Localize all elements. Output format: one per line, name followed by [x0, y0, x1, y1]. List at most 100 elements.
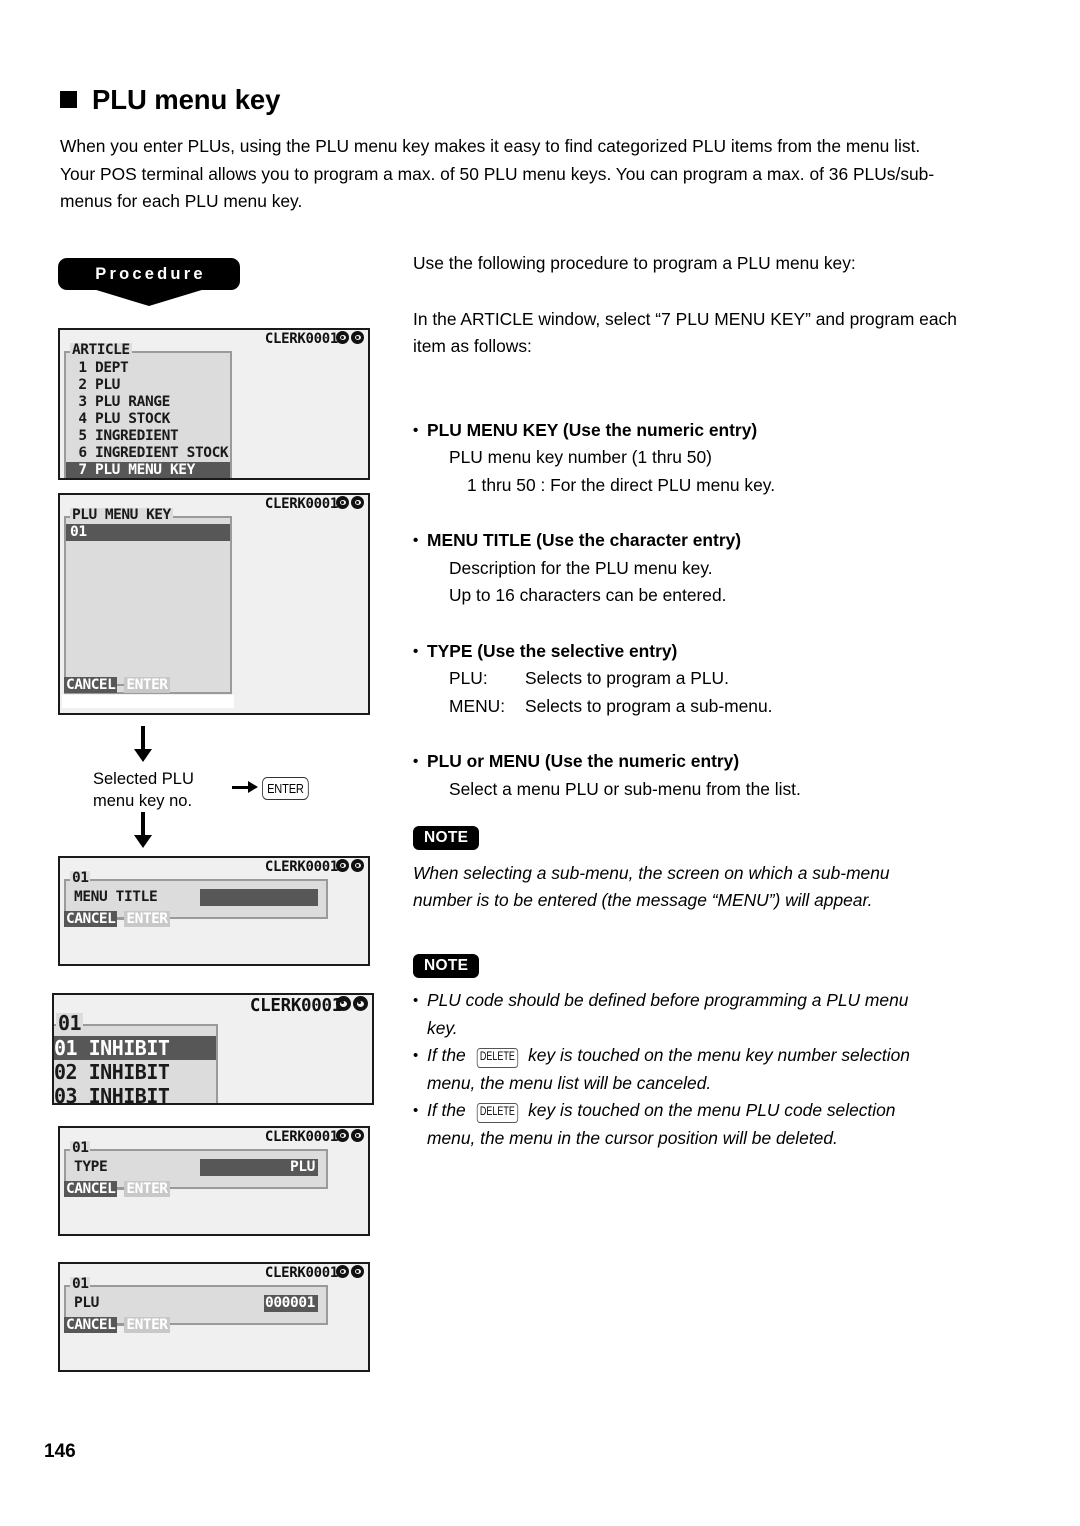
lcd-titlebar: CLERK0001 — [54, 995, 372, 1017]
note-line-post: key is touched on the menu key number se… — [528, 1045, 910, 1065]
plu-menu-key-listbox-caption: PLU MENU KEY — [70, 507, 173, 523]
indicator-eye-icon — [351, 496, 364, 509]
note-line-pre: If the — [427, 1100, 466, 1120]
inhibit-row[interactable]: 02 INHIBIT — [54, 1060, 216, 1084]
clerk-id: CLERK0001 — [264, 1264, 338, 1281]
procedure-banner: Procedure — [58, 258, 240, 306]
spec-def-value: Selects to program a PLU. — [525, 668, 729, 688]
note-block-2: NOTE PLU code should be defined before p… — [413, 951, 978, 1153]
article-listbox[interactable]: ARTICLE 1 DEPT 2 PLU 3 PLU RANGE 4 PLU S… — [64, 343, 232, 480]
inhibit-listbox[interactable]: 01 01 INHIBIT 02 INHIBIT 03 INHIBIT — [54, 1013, 218, 1103]
inhibit-row-selected[interactable]: 01 INHIBIT — [54, 1036, 216, 1060]
cancel-button[interactable]: CANCEL — [64, 677, 118, 693]
note-bullet: If the DELETE key is touched on the menu… — [413, 1097, 978, 1125]
flow-step-label-line2: menu key no. — [93, 792, 193, 810]
indicator-eye-icon — [336, 496, 349, 509]
indicator-eye-icon — [336, 859, 349, 872]
plu-menu-key-listbox[interactable]: PLU MENU KEY 01 CANCEL ENTER — [64, 508, 232, 694]
note-line-post: key is touched on the menu PLU code sele… — [528, 1100, 896, 1120]
note-line: menu, the menu list will be canceled. — [427, 1072, 712, 1093]
indicator-eye-icon — [351, 859, 364, 872]
lcd-screen-type: CLERK0001 01 TYPE PLU CANCEL ENTER — [58, 1126, 370, 1236]
button-separator — [117, 684, 125, 686]
clerk-id: CLERK0001 — [264, 495, 338, 512]
cancel-button[interactable]: CANCEL — [64, 1317, 118, 1333]
note-line: menu, the menu in the cursor position wi… — [427, 1127, 838, 1148]
manual-page: PLU menu key When you enter PLUs, using … — [0, 0, 1080, 1526]
lcd-titlebar: CLERK0001 — [60, 1264, 368, 1281]
article-row[interactable]: 8 COMBO MEAL — [66, 479, 230, 480]
plu-buttons: CANCEL ENTER — [64, 1317, 170, 1333]
article-row[interactable]: 3 PLU RANGE — [66, 394, 230, 411]
lcd-screen-menu-title: CLERK0001 01 MENU TITLE CANCEL ENTER — [58, 856, 370, 966]
right-column: Use the following procedure to program a… — [413, 250, 978, 1152]
article-row[interactable]: 5 INGREDIENT — [66, 428, 230, 445]
note-line-pre: If the — [427, 1045, 466, 1065]
flow-step-label: Selected PLU menu key no. — [93, 768, 228, 812]
spec-item-title: PLU or MENU (Use the numeric entry) — [413, 748, 978, 776]
article-row[interactable]: 2 PLU — [66, 377, 230, 394]
note-line: number is to be entered (the message “ME… — [413, 890, 873, 910]
article-row-selected[interactable]: 7 PLU MENU KEY — [66, 462, 230, 478]
note-bullet: If the DELETE key is touched on the menu… — [413, 1042, 978, 1070]
indicator-eye-icon — [336, 1129, 349, 1142]
status-indicators — [336, 331, 364, 344]
article-row[interactable]: 1 DEPT — [66, 360, 230, 377]
plu-groupbox: 01 PLU 000001 CANCEL ENTER — [64, 1277, 328, 1333]
procedure-banner-tail — [93, 289, 205, 306]
page-title: PLU menu key — [60, 86, 280, 114]
enter-button[interactable]: ENTER — [124, 911, 170, 927]
clerk-id: CLERK0001 — [264, 858, 338, 875]
article-row[interactable]: 6 INGREDIENT STOCK — [66, 445, 230, 462]
lcd-screen-plu: CLERK0001 01 PLU 000001 CANCEL ENTER — [58, 1262, 370, 1372]
status-indicators — [336, 1265, 364, 1278]
note-body: When selecting a sub-menu, the screen on… — [413, 860, 978, 915]
plu-field-value[interactable]: 000001 — [264, 1295, 318, 1312]
plu-field-label: PLU — [74, 1295, 99, 1311]
lcd-screen-inhibit-list: CLERK0001 01 01 INHIBIT 02 INHIBIT 03 IN… — [52, 993, 374, 1105]
page-number: 146 — [44, 1441, 76, 1462]
page-title-text: PLU menu key — [92, 84, 281, 115]
indicator-eye-icon — [336, 996, 351, 1011]
intro-text: When you enter PLUs, using the PLU menu … — [60, 133, 975, 216]
plu-menu-key-row-selected[interactable]: 01 — [66, 524, 230, 541]
indicator-eye-icon — [336, 1265, 349, 1278]
button-separator — [117, 1324, 125, 1326]
enter-button[interactable]: ENTER — [124, 677, 170, 693]
flow-step-label-line1: Selected PLU — [93, 770, 194, 788]
status-indicators — [336, 859, 364, 872]
lcd-screen-plu-menu-key: CLERK0001 PLU MENU KEY 01 CANCEL ENTER — [58, 493, 370, 715]
note-bullet: PLU code should be defined before progra… — [413, 987, 978, 1015]
plu-groupbox-caption: 01 — [70, 1276, 91, 1292]
enter-button[interactable]: ENTER — [124, 1317, 170, 1333]
plu-menu-key-buttons: CANCEL ENTER — [64, 677, 170, 693]
spec-item-line: Up to 16 characters can be entered. — [449, 585, 727, 605]
menu-title-field-value[interactable] — [200, 889, 318, 906]
cancel-button[interactable]: CANCEL — [64, 911, 118, 927]
enter-button[interactable]: ENTER — [124, 1181, 170, 1197]
rcol-intro-1: Use the following procedure to program a… — [413, 253, 856, 273]
article-listbox-caption: ARTICLE — [70, 342, 132, 358]
delete-key-icon: DELETE — [476, 1103, 518, 1123]
spec-item-title: TYPE (Use the selective entry) — [413, 638, 978, 666]
rcol-intro-2: In the ARTICLE window, select “7 PLU MEN… — [413, 308, 957, 357]
note-line: When selecting a sub-menu, the screen on… — [413, 862, 890, 883]
enter-key-glyph[interactable]: ENTER — [262, 777, 309, 800]
cancel-button[interactable]: CANCEL — [64, 1181, 118, 1197]
plu-menu-key-input-strip[interactable] — [62, 695, 234, 708]
status-indicators — [336, 496, 364, 509]
spec-item-def: PLU: Selects to program a PLU. — [413, 665, 978, 693]
spec-item-title: MENU TITLE (Use the character entry) — [413, 527, 978, 555]
spec-item-title: PLU MENU KEY (Use the numeric entry) — [413, 417, 978, 445]
lcd-titlebar: CLERK0001 — [60, 858, 368, 875]
indicator-eye-icon — [351, 1265, 364, 1278]
lcd-titlebar: CLERK0001 — [60, 1128, 368, 1145]
menu-title-groupbox: 01 MENU TITLE CANCEL ENTER — [64, 871, 328, 927]
note-badge: NOTE — [413, 826, 480, 851]
spec-item-line: 1 thru 50 : For the direct PLU menu key. — [467, 474, 776, 495]
article-row[interactable]: 4 PLU STOCK — [66, 411, 230, 428]
delete-key-icon: DELETE — [476, 1048, 518, 1068]
menu-title-buttons: CANCEL ENTER — [64, 911, 170, 927]
type-field-value[interactable]: PLU — [200, 1159, 318, 1176]
inhibit-row[interactable]: 03 INHIBIT — [54, 1084, 216, 1103]
